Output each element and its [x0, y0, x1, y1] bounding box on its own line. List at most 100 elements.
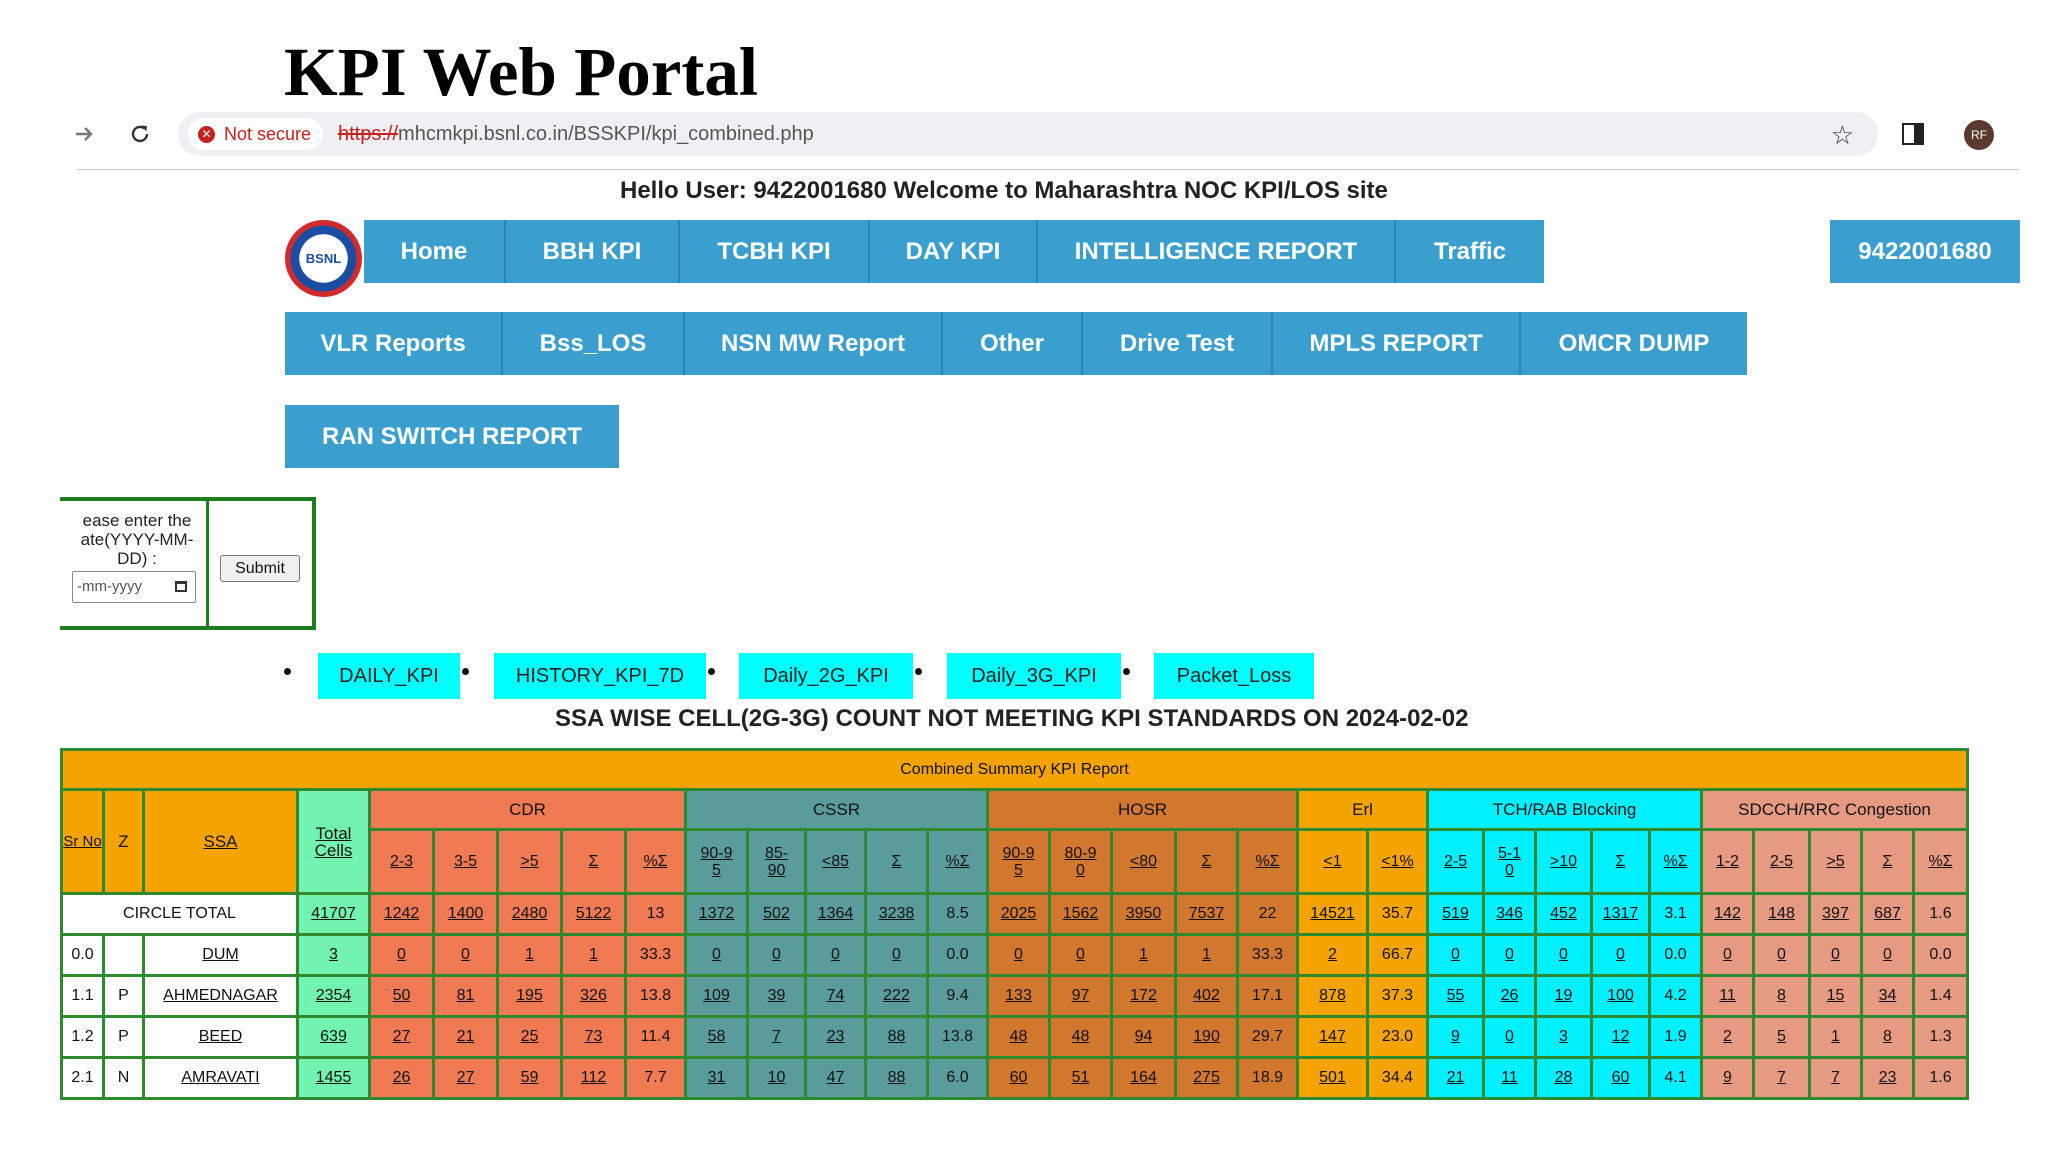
table-cell[interactable]: 346	[1482, 892, 1537, 936]
table-cell[interactable]: 519	[1426, 892, 1485, 936]
sub-header-tch-rab-blocking[interactable]: %Σ	[1648, 828, 1703, 895]
sub-header-sdcch-rrc-congestion[interactable]: 2-5	[1752, 828, 1811, 895]
nav-bbh-kpi[interactable]: BBH KPI	[506, 220, 680, 283]
sub-header-cdr[interactable]: Σ	[560, 828, 627, 895]
table-cell[interactable]: 1242	[368, 892, 435, 936]
link-history-kpi-7d[interactable]: HISTORY_KPI_7D	[494, 653, 706, 699]
table-cell[interactable]: 81	[432, 974, 499, 1018]
sub-header-tch-rab-blocking[interactable]: 2-5	[1426, 828, 1485, 895]
table-cell[interactable]: 25	[496, 1015, 563, 1059]
profile-avatar[interactable]: RF	[1964, 120, 1994, 150]
sub-header-tch-rab-blocking[interactable]: Σ	[1590, 828, 1651, 895]
table-cell[interactable]: 31	[684, 1056, 749, 1100]
table-cell[interactable]: 222	[864, 974, 929, 1018]
side-panel-icon[interactable]	[1902, 123, 1924, 145]
date-input[interactable]: -mm-yyyy	[72, 571, 196, 603]
table-cell[interactable]: 11	[1700, 974, 1755, 1018]
table-cell[interactable]: 133	[986, 974, 1051, 1018]
sub-header-cssr[interactable]: 90-95	[684, 828, 749, 895]
table-cell[interactable]: 147	[1296, 1015, 1369, 1059]
nav-drive-test[interactable]: Drive Test	[1083, 312, 1273, 375]
table-cell[interactable]: 23	[804, 1015, 867, 1059]
table-cell[interactable]: 100	[1590, 974, 1651, 1018]
table-cell[interactable]: 0	[1808, 933, 1863, 977]
circle-total-cells[interactable]: 41707	[296, 892, 371, 936]
table-cell[interactable]: 2	[1700, 1015, 1755, 1059]
table-cell[interactable]: 878	[1296, 974, 1369, 1018]
table-cell[interactable]: 109	[684, 974, 749, 1018]
sub-header-sdcch-rrc-congestion[interactable]: >5	[1808, 828, 1863, 895]
link-packet-loss[interactable]: Packet_Loss	[1154, 653, 1314, 699]
table-cell[interactable]: 60	[986, 1056, 1051, 1100]
table-cell[interactable]: 0	[1482, 1015, 1537, 1059]
table-cell[interactable]: 1	[496, 933, 563, 977]
table-cell[interactable]: 51	[1048, 1056, 1113, 1100]
table-cell[interactable]: 452	[1534, 892, 1593, 936]
table-cell[interactable]: 73	[560, 1015, 627, 1059]
table-cell[interactable]: 88	[864, 1056, 929, 1100]
table-cell[interactable]: 14521	[1296, 892, 1369, 936]
address-bar[interactable]: ✕ Not secure https://mhcmkpi.bsnl.co.in/…	[178, 112, 1878, 156]
calendar-icon[interactable]	[175, 581, 187, 592]
row-total-cells[interactable]: 639	[296, 1015, 371, 1059]
table-cell[interactable]: 0	[986, 933, 1051, 977]
table-cell[interactable]: 27	[368, 1015, 435, 1059]
sub-header-hosr[interactable]: <80	[1110, 828, 1177, 895]
table-cell[interactable]: 326	[560, 974, 627, 1018]
nav-traffic[interactable]: Traffic	[1396, 220, 1544, 283]
nav-other[interactable]: Other	[943, 312, 1083, 375]
table-cell[interactable]: 2480	[496, 892, 563, 936]
sub-header-erl[interactable]: <1	[1296, 828, 1369, 895]
table-cell[interactable]: 195	[496, 974, 563, 1018]
table-cell[interactable]: 8	[1860, 1015, 1915, 1059]
nav-nsn-mw-report[interactable]: NSN MW Report	[685, 312, 943, 375]
row-ssa-link[interactable]: BEED	[142, 1015, 299, 1059]
submit-button[interactable]: Submit	[220, 555, 300, 582]
table-cell[interactable]: 28	[1534, 1056, 1593, 1100]
table-cell[interactable]: 1317	[1590, 892, 1651, 936]
table-cell[interactable]: 7537	[1174, 892, 1239, 936]
sub-header-cdr[interactable]: %Σ	[624, 828, 687, 895]
table-cell[interactable]: 0	[1860, 933, 1915, 977]
table-cell[interactable]: 0	[1752, 933, 1811, 977]
sub-header-tch-rab-blocking[interactable]: 5-10	[1482, 828, 1537, 895]
table-cell[interactable]: 9	[1426, 1015, 1485, 1059]
bookmark-star-icon[interactable]: ☆	[1831, 120, 1854, 151]
table-cell[interactable]: 148	[1752, 892, 1811, 936]
table-cell[interactable]: 1372	[684, 892, 749, 936]
row-ssa-link[interactable]: AHMEDNAGAR	[142, 974, 299, 1018]
table-cell[interactable]: 59	[496, 1056, 563, 1100]
table-cell[interactable]: 0	[432, 933, 499, 977]
table-cell[interactable]: 34	[1860, 974, 1915, 1018]
row-total-cells[interactable]: 1455	[296, 1056, 371, 1100]
table-cell[interactable]: 74	[804, 974, 867, 1018]
table-cell[interactable]: 3950	[1110, 892, 1177, 936]
table-cell[interactable]: 11	[1482, 1056, 1537, 1100]
table-cell[interactable]: 7	[1808, 1056, 1863, 1100]
table-cell[interactable]: 0	[1426, 933, 1485, 977]
nav-intelligence-report[interactable]: INTELLIGENCE REPORT	[1038, 220, 1396, 283]
table-cell[interactable]: 0	[864, 933, 929, 977]
sub-header-sdcch-rrc-congestion[interactable]: %Σ	[1912, 828, 1969, 895]
site-security-chip[interactable]: ✕ Not secure	[188, 118, 324, 150]
table-cell[interactable]: 1	[1808, 1015, 1863, 1059]
sub-header-cdr[interactable]: >5	[496, 828, 563, 895]
table-cell[interactable]: 15	[1808, 974, 1863, 1018]
nav-day-kpi[interactable]: DAY KPI	[870, 220, 1038, 283]
sub-header-cdr[interactable]: 2-3	[368, 828, 435, 895]
sub-header-sdcch-rrc-congestion[interactable]: 1-2	[1700, 828, 1755, 895]
table-cell[interactable]: 27	[432, 1056, 499, 1100]
sub-header-sdcch-rrc-congestion[interactable]: Σ	[1860, 828, 1915, 895]
table-cell[interactable]: 164	[1110, 1056, 1177, 1100]
table-cell[interactable]: 0	[1700, 933, 1755, 977]
table-cell[interactable]: 8	[1752, 974, 1811, 1018]
table-cell[interactable]: 7	[746, 1015, 807, 1059]
table-cell[interactable]: 5122	[560, 892, 627, 936]
table-cell[interactable]: 48	[986, 1015, 1051, 1059]
col-header-ssa[interactable]: SSA	[142, 788, 299, 895]
table-cell[interactable]: 3238	[864, 892, 929, 936]
link-daily-3g-kpi[interactable]: Daily_3G_KPI	[947, 653, 1121, 699]
url-text[interactable]: https://mhcmkpi.bsnl.co.in/BSSKPI/kpi_co…	[338, 123, 814, 146]
table-cell[interactable]: 1	[1110, 933, 1177, 977]
table-cell[interactable]: 7	[1752, 1056, 1811, 1100]
